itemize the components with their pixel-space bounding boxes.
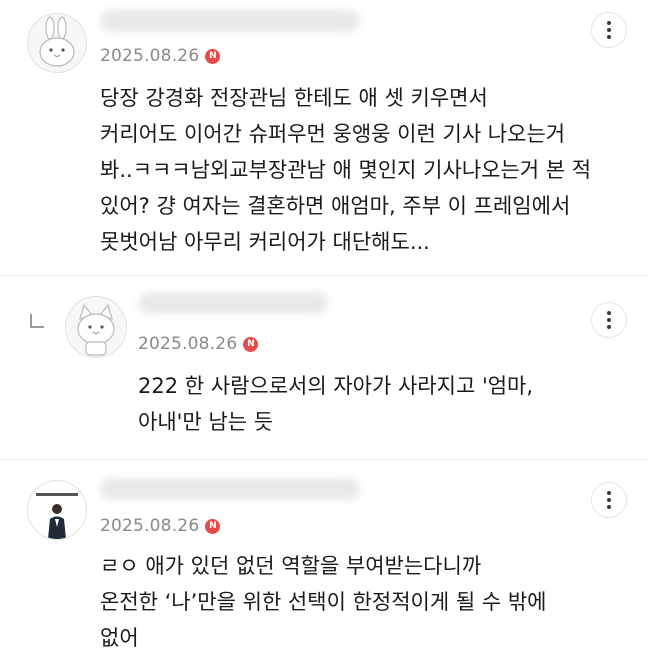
comment-meta: 2025.08.26 N xyxy=(100,516,221,536)
comment-2-reply: 2025.08.26 N 222 한 사람으로서의 자아가 사라지고 '엄마, … xyxy=(0,276,648,459)
avatar[interactable] xyxy=(65,296,127,358)
new-badge-icon: N xyxy=(205,48,221,64)
comment-line: ㄹㅇ 애가 있던 없던 역할을 부여받는다니까 xyxy=(100,554,482,578)
comment-body: ㄹㅇ 애가 있던 없던 역할을 부여받는다니까 온전한 ‘나’만을 위한 선택이… xyxy=(100,548,546,656)
comment-body: 당장 강경화 전장관님 한테도 애 셋 키우면서 커리어도 이어간 슈퍼우먼 웅… xyxy=(100,80,591,260)
more-vertical-icon xyxy=(607,491,611,495)
comment-line: 못벗어남 아무리 커리어가 대단해도... xyxy=(100,230,430,254)
more-vertical-icon xyxy=(607,311,611,315)
avatar[interactable] xyxy=(27,480,87,540)
new-badge-icon: N xyxy=(205,518,221,534)
comment-line: 없어 xyxy=(100,626,139,650)
username-blurred xyxy=(138,292,328,314)
comment-meta: 2025.08.26 N xyxy=(100,46,221,66)
comment-3: 2025.08.26 N ㄹㅇ 애가 있던 없던 역할을 부여받는다니까 온전한… xyxy=(0,460,648,663)
comment-date: 2025.08.26 xyxy=(100,516,200,536)
comment-line: 커리어도 이어간 슈퍼우먼 웅앵웅 이런 기사 나오는거 xyxy=(100,122,566,146)
new-badge-icon: N xyxy=(243,336,259,352)
comment-1: 2025.08.26 N 당장 강경화 전장관님 한테도 애 셋 키우면서 커리… xyxy=(0,0,648,275)
more-options-button[interactable] xyxy=(591,302,627,338)
bunny-avatar-icon xyxy=(39,16,75,67)
comment-line: 있어? 걍 여자는 결혼하면 애엄마, 주부 이 프레임에서 xyxy=(100,194,571,218)
comment-line: 봐..ㅋㅋㅋ남외교부장관남 애 몇인지 기사나오는거 본 적 xyxy=(100,158,592,182)
comment-line: 온전한 ‘나’만을 위한 선택이 한정적이게 될 수 밖에 xyxy=(100,590,547,614)
comment-body: 222 한 사람으로서의 자아가 사라지고 '엄마, 아내'만 남는 듯 xyxy=(138,368,533,440)
comment-date: 2025.08.26 xyxy=(100,46,200,66)
avatar[interactable] xyxy=(27,13,87,73)
more-options-button[interactable] xyxy=(591,12,627,48)
comment-date: 2025.08.26 xyxy=(138,334,238,354)
username-blurred xyxy=(100,478,360,500)
more-options-button[interactable] xyxy=(591,482,627,518)
cat-avatar-icon xyxy=(77,303,115,356)
person-photo-avatar-icon xyxy=(36,493,78,539)
comment-meta: 2025.08.26 N xyxy=(138,334,259,354)
comment-line: 222 한 사람으로서의 자아가 사라지고 '엄마, xyxy=(138,374,534,398)
reply-arrow-icon xyxy=(30,314,44,328)
username-blurred xyxy=(100,10,360,32)
comment-line: 당장 강경화 전장관님 한테도 애 셋 키우면서 xyxy=(100,86,488,110)
comment-line: 아내'만 남는 듯 xyxy=(138,410,274,434)
more-vertical-icon xyxy=(607,21,611,25)
